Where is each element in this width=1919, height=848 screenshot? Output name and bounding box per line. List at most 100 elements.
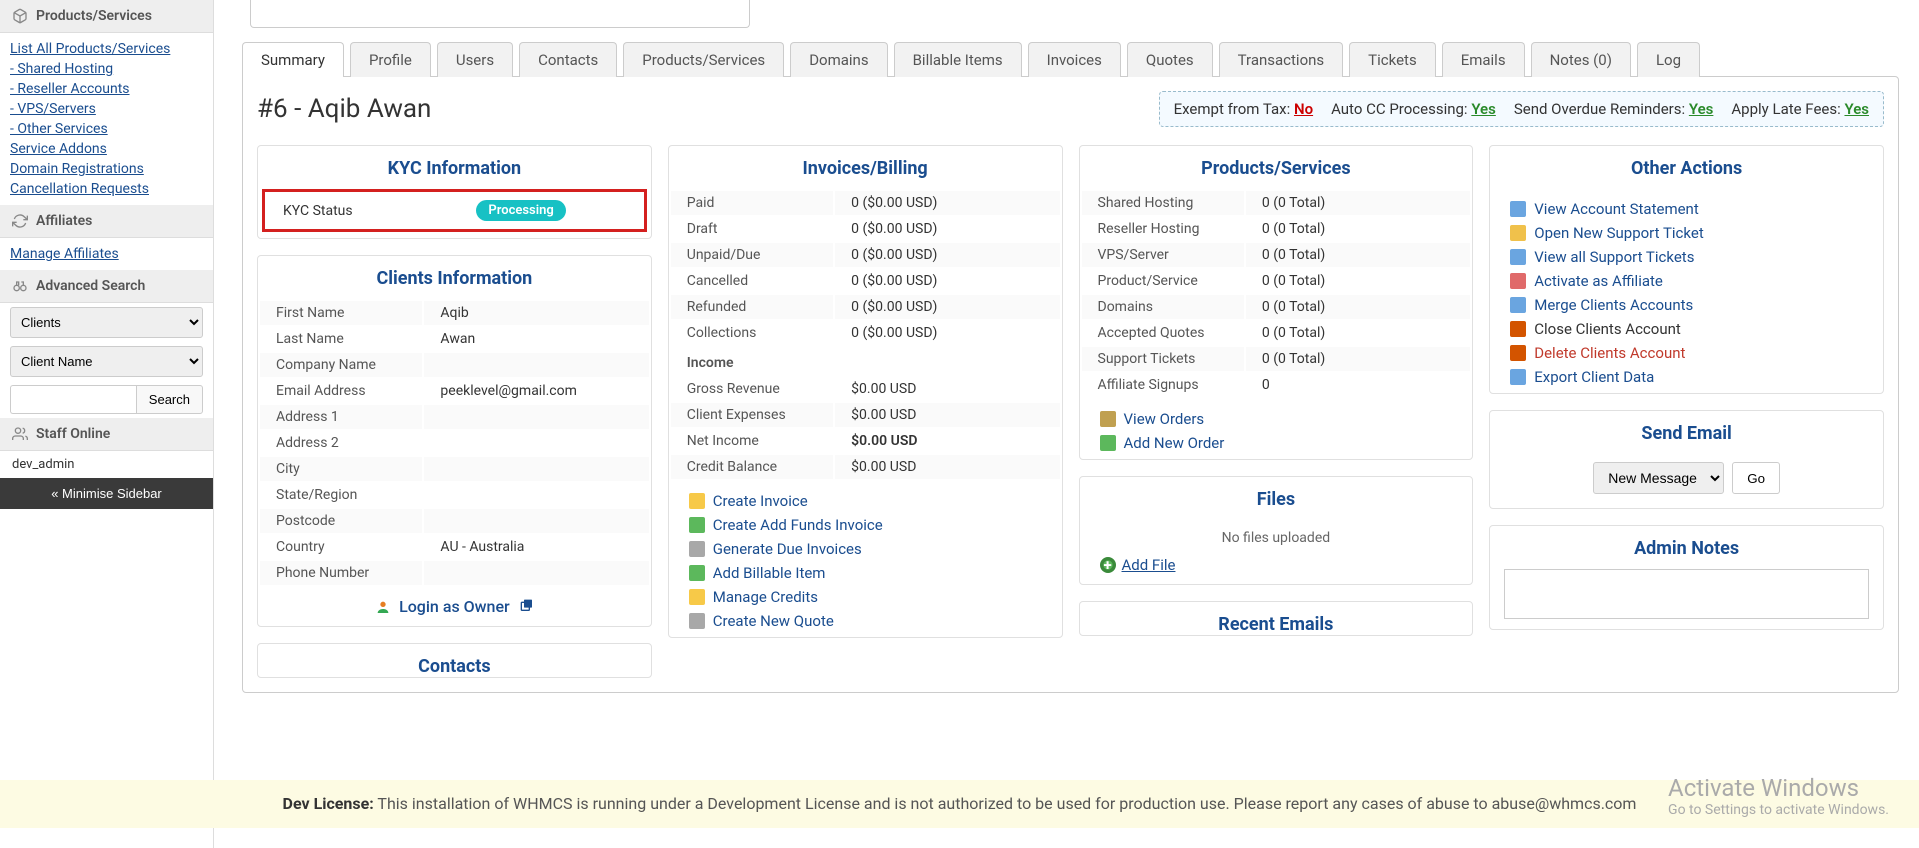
info-key: City <box>260 457 422 481</box>
other-action-link[interactable]: View all Support Tickets <box>1510 245 1863 269</box>
sidebar-header-staff-label: Staff Online <box>36 426 110 442</box>
sidebar-link[interactable]: - VPS/Servers <box>10 99 203 119</box>
plus-icon: + <box>1100 557 1116 573</box>
sidebar-header-affiliates-label: Affiliates <box>36 213 92 229</box>
other-action-link[interactable]: Export Client Data <box>1510 365 1863 389</box>
tab-invoices[interactable]: Invoices <box>1028 42 1121 77</box>
tab-domains[interactable]: Domains <box>790 42 887 77</box>
sidebar-link[interactable]: List All Products/Services <box>10 39 203 59</box>
auto-cc-toggle[interactable]: Yes <box>1471 100 1496 118</box>
sidebar-link[interactable]: - Other Services <box>10 119 203 139</box>
table-row: Net Income$0.00 USD <box>671 429 1060 453</box>
table-row: VPS/Server0 (0 Total) <box>1082 243 1471 267</box>
product-action-link[interactable]: Add New Order <box>1100 431 1453 455</box>
info-key: Support Tickets <box>1082 347 1244 371</box>
product-action-link[interactable]: View Orders <box>1100 407 1453 431</box>
no-files-text: No files uploaded <box>1080 520 1473 556</box>
search-type-select[interactable]: Clients <box>10 307 203 338</box>
minimise-sidebar-button[interactable]: « Minimise Sidebar <box>0 478 213 509</box>
invoice-action-link[interactable]: Manage Credits <box>689 585 1042 609</box>
sidebar-link[interactable]: - Reseller Accounts <box>10 79 203 99</box>
info-key: Unpaid/Due <box>671 243 833 267</box>
sidebar-link[interactable]: Domain Registrations <box>10 159 203 179</box>
other-action-link[interactable]: Open New Support Ticket <box>1510 221 1863 245</box>
kyc-status-badge: Processing <box>476 200 565 221</box>
info-value: 0 ($0.00 USD) <box>835 191 1059 215</box>
info-value: $0.00 USD <box>835 403 1059 427</box>
top-input-partial <box>250 0 750 28</box>
table-row: Collections0 ($0.00 USD) <box>671 321 1060 345</box>
tab-quotes[interactable]: Quotes <box>1127 42 1213 77</box>
action-icon <box>1100 435 1116 451</box>
tab-log[interactable]: Log <box>1637 42 1700 77</box>
other-action-link[interactable]: Activate as Affiliate <box>1510 269 1863 293</box>
sidebar-link[interactable]: - Shared Hosting <box>10 59 203 79</box>
info-key: Refunded <box>671 295 833 319</box>
invoice-action-link[interactable]: Create Invoice <box>689 489 1042 513</box>
sidebar-link[interactable]: Manage Affiliates <box>10 244 203 264</box>
other-action-link[interactable]: View Account Statement <box>1510 197 1863 221</box>
exempt-tax-toggle[interactable]: No <box>1294 100 1313 118</box>
tab-transactions[interactable]: Transactions <box>1219 42 1344 77</box>
invoice-action-link[interactable]: Add Billable Item <box>689 561 1042 585</box>
sidebar-link[interactable]: Service Addons <box>10 139 203 159</box>
invoice-action-link[interactable]: Create New Quote <box>689 609 1042 633</box>
tab-emails[interactable]: Emails <box>1442 42 1525 77</box>
action-icon <box>1510 249 1526 265</box>
table-row: First NameAqib <box>260 301 649 325</box>
other-action-link[interactable]: Merge Clients Accounts <box>1510 293 1863 317</box>
info-value <box>424 483 648 507</box>
info-key: Net Income <box>671 429 833 453</box>
late-fees-toggle[interactable]: Yes <box>1844 100 1869 118</box>
info-key: Domains <box>1082 295 1244 319</box>
info-value: 0 ($0.00 USD) <box>835 295 1059 319</box>
tabs: Summary Profile Users Contacts Products/… <box>242 42 1899 77</box>
tab-users[interactable]: Users <box>437 42 513 77</box>
sidebar: Products/Services List All Products/Serv… <box>0 0 214 848</box>
action-icon <box>1510 345 1526 361</box>
send-email-select[interactable]: New Message <box>1593 462 1724 494</box>
search-input[interactable] <box>10 385 136 414</box>
tab-products-services[interactable]: Products/Services <box>623 42 784 77</box>
table-row: Gross Revenue$0.00 USD <box>671 377 1060 401</box>
sidebar-header-products-label: Products/Services <box>36 8 152 24</box>
search-field-select[interactable]: Client Name <box>10 346 203 377</box>
table-row: Company Name <box>260 353 649 377</box>
login-as-owner[interactable]: Login as Owner <box>258 587 651 626</box>
invoice-action-link[interactable]: Generate Due Invoices <box>689 537 1042 561</box>
tab-contacts[interactable]: Contacts <box>519 42 617 77</box>
sidebar-header-search: Advanced Search <box>0 270 213 303</box>
tab-billable-items[interactable]: Billable Items <box>894 42 1022 77</box>
panel-files: Files No files uploaded + Add File <box>1079 476 1474 585</box>
search-button[interactable]: Search <box>136 385 203 414</box>
panel-clients-info-title: Clients Information <box>258 256 651 299</box>
info-value <box>424 561 648 585</box>
sidebar-header-staff: Staff Online <box>0 418 213 451</box>
invoice-action-link[interactable]: Create Add Funds Invoice <box>689 513 1042 537</box>
table-row: Affiliate Signups0 <box>1082 373 1471 397</box>
action-icon <box>1510 321 1526 337</box>
tab-notes[interactable]: Notes (0) <box>1531 42 1631 77</box>
sidebar-link[interactable]: Cancellation Requests <box>10 179 203 199</box>
tab-summary[interactable]: Summary <box>242 42 344 77</box>
info-key: VPS/Server <box>1082 243 1244 267</box>
add-file-link[interactable]: + Add File <box>1100 556 1453 574</box>
invoice-actions: Create InvoiceCreate Add Funds InvoiceGe… <box>669 481 1062 637</box>
info-key: Address 1 <box>260 405 422 429</box>
admin-notes-textarea[interactable] <box>1504 569 1869 619</box>
invoices-table: Paid0 ($0.00 USD)Draft0 ($0.00 USD)Unpai… <box>669 189 1062 481</box>
sidebar-header-products: Products/Services <box>0 0 213 33</box>
tab-tickets[interactable]: Tickets <box>1349 42 1436 77</box>
overdue-toggle[interactable]: Yes <box>1689 100 1714 118</box>
other-action-link[interactable]: Close Clients Account <box>1510 317 1863 341</box>
info-key: Credit Balance <box>671 455 833 479</box>
send-email-go-button[interactable]: Go <box>1732 462 1780 494</box>
info-value: 0 (0 Total) <box>1246 321 1470 345</box>
action-icon <box>1510 201 1526 217</box>
other-action-link[interactable]: Delete Clients Account <box>1510 341 1863 365</box>
info-value: 0 ($0.00 USD) <box>835 269 1059 293</box>
table-row: Support Tickets0 (0 Total) <box>1082 347 1471 371</box>
info-value: 0 (0 Total) <box>1246 269 1470 293</box>
info-value: 0 (0 Total) <box>1246 243 1470 267</box>
tab-profile[interactable]: Profile <box>350 42 431 77</box>
